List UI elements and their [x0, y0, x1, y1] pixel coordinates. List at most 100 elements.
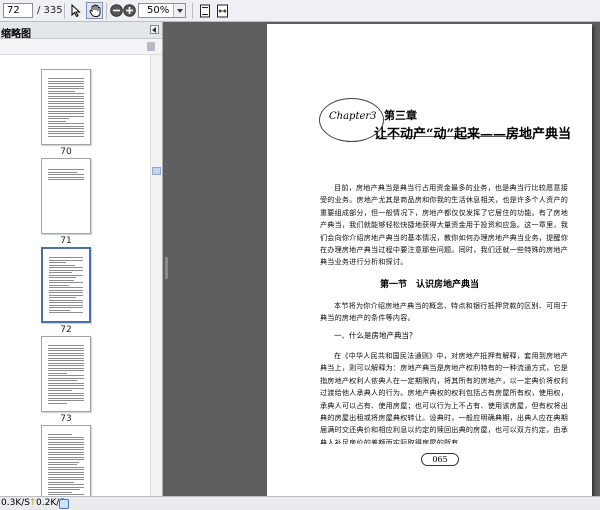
thumbnail-page[interactable] [41, 69, 91, 145]
thumbnail-text-line [48, 91, 75, 92]
thumbnail-text-line [48, 123, 84, 124]
panel-splitter[interactable] [165, 257, 168, 279]
thumbnail-text-line [49, 280, 74, 281]
thumbnail-toolbar [0, 39, 162, 55]
thumbnail-text-line [48, 373, 67, 374]
thumbnail-page-selected[interactable] [41, 247, 91, 323]
fit-width-button[interactable] [214, 2, 231, 19]
intro-paragraph: 目前，房地产典当是典当行占用资金最多的业务，也是典当行比较愿意接受的业务。房地产… [320, 182, 568, 269]
thumbnail-text-line [48, 375, 84, 376]
thumbnail-text-line [48, 353, 84, 354]
thumbnail-text-line [48, 437, 84, 438]
thumbnail-text-line [48, 459, 84, 460]
thumbnail-page[interactable] [41, 158, 91, 234]
thumbnail-text-line [49, 287, 83, 288]
thumbnail-text-line [48, 393, 84, 394]
fit-page-button[interactable] [196, 2, 213, 19]
trash-icon[interactable] [147, 42, 155, 51]
thumbnail-text-line [48, 365, 84, 366]
thumbnail-text-line [48, 452, 84, 453]
document-viewer[interactable]: Chapter3 第三章 让不动产“动”起来——房地产典当 目前，房地产典当是典… [163, 22, 600, 496]
chevron-down-icon[interactable] [173, 4, 185, 17]
collapse-panel-icon[interactable] [150, 25, 159, 34]
zoom-value: 50% [147, 5, 169, 16]
zoom-select[interactable]: 50% [138, 3, 186, 18]
thumbnail-text-line [48, 116, 84, 117]
thumbnail-page[interactable] [41, 425, 91, 496]
thumbnail-text-line [49, 265, 75, 266]
page-number-input[interactable]: 72 [3, 3, 33, 18]
toolbar-separator [106, 3, 107, 19]
thumbnail-text-line [48, 474, 84, 475]
thumbnail-text-line [49, 295, 83, 296]
thumbnail-text-line [48, 442, 84, 443]
thumbnail-text-line [48, 494, 84, 495]
select-cursor-icon [71, 4, 82, 17]
thumbnail-text-line [48, 467, 84, 468]
thumbnail-text-line [48, 108, 84, 109]
thumbnail-text-line [48, 444, 84, 445]
thumbnail-scrollbar[interactable] [150, 55, 162, 496]
thumbnail-text-line [49, 290, 83, 291]
document-page: Chapter3 第三章 让不动产“动”起来——房地产典当 目前，房地产典当是典… [267, 24, 592, 496]
thumbnail-text-line [48, 93, 84, 94]
page-number: 065 [421, 453, 459, 466]
hand-tool-button[interactable] [86, 2, 103, 19]
scrollbar-thumb[interactable] [152, 167, 161, 175]
thumbnail-text-line [48, 128, 84, 129]
thumbnail-text-line [48, 477, 84, 478]
chapter-title: 让不动产“动”起来——房地产典当 [374, 123, 571, 142]
thumbnail-label: 70 [41, 147, 91, 157]
thumbnail-text-line [48, 487, 84, 488]
thumbnail-text-line [48, 385, 84, 386]
thumbnail-text-line [49, 275, 83, 276]
thumbnail-text-line [48, 395, 84, 396]
thumbnail-list[interactable]: 70 71 72 73 [0, 55, 150, 496]
panel-title: 缩略图 [1, 25, 31, 40]
toolbar: 72 / 335 50% [0, 0, 600, 22]
thumbnail-text-line [49, 312, 83, 313]
thumbnail-text-line [48, 174, 84, 175]
thumbnail-text-line [48, 121, 66, 122]
thumbnail-text-line [49, 302, 83, 303]
thumbnail-text-line [49, 285, 69, 286]
thumbnail-text-line [48, 83, 84, 84]
thumbnail-text-line [48, 179, 84, 180]
thumbnail-page[interactable] [41, 336, 91, 412]
thumbnail-text-line [48, 492, 72, 493]
select-tool-button[interactable] [68, 2, 85, 19]
zoom-in-button[interactable] [121, 2, 138, 19]
thumbnail-text-line [49, 272, 72, 273]
thumbnail-text-line [48, 469, 84, 470]
toolbar-separator [192, 3, 193, 19]
thumbnail-text-line [48, 88, 84, 89]
thumbnail-text-line [48, 81, 84, 82]
hand-tool-icon [89, 4, 101, 17]
thumbnail-text-line [48, 131, 84, 132]
thumbnail-text-line [48, 400, 84, 401]
thumbnail-text-line [48, 86, 84, 87]
thumbnail-text-line [48, 378, 84, 379]
thumbnail-text-line [49, 262, 66, 263]
thumbnail-text-line [48, 345, 84, 346]
thumbnail-text-line [48, 348, 84, 349]
zoom-in-icon [123, 4, 136, 17]
thumbnail-text-line [48, 111, 84, 112]
thumbnail-text-line [48, 136, 84, 137]
network-icon[interactable] [59, 499, 69, 509]
thumbnail-text-line [49, 297, 76, 298]
thumbnail-text-line [49, 310, 70, 311]
thumbnail-text-line [48, 489, 80, 490]
thumbnail-text-line [48, 457, 84, 458]
thumbnail-text-line [48, 370, 84, 371]
thumbnail-text-line [48, 439, 84, 440]
thumbnail-text-line [48, 383, 84, 384]
thumbnail-text-line [48, 472, 84, 473]
thumbnail-text-line [49, 277, 76, 278]
thumbnail-text-line [48, 172, 77, 173]
thumbnail-text-line [48, 169, 84, 170]
thumbnail-text-line [48, 390, 72, 391]
thumbnail-text-line [48, 403, 67, 404]
thumbnail-text-line [48, 462, 79, 463]
thumbnail-text-line [48, 449, 84, 450]
